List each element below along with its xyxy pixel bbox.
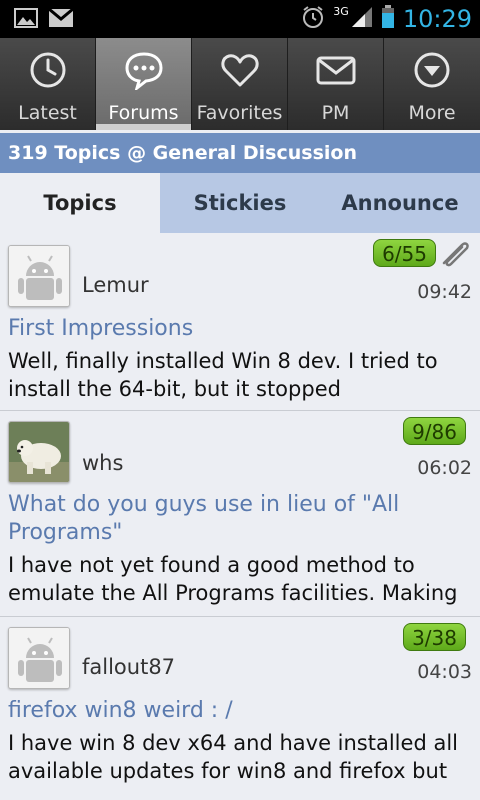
topic-title[interactable]: What do you guys use in lieu of "All Pro…: [8, 491, 472, 547]
avatar[interactable]: [8, 421, 70, 483]
subtab-announce[interactable]: Announce: [320, 173, 480, 233]
status-bar: 3G 10:29: [0, 0, 480, 38]
reply-count-badge: 3/38: [403, 623, 466, 651]
topic-subtabs: Topics Stickies Announce: [0, 173, 480, 233]
topic-snippet: I have win 8 dev x64 and have installed …: [8, 731, 458, 783]
topic-title[interactable]: firefox win8 weird : /: [8, 697, 472, 725]
topic-snippet: I have not yet found a good method to em…: [8, 553, 458, 605]
topic-row[interactable]: whs 9/86 06:02 What do you guys use in l…: [0, 411, 480, 617]
alarm-icon: [301, 5, 325, 33]
topic-title[interactable]: First Impressions: [8, 315, 472, 343]
topic-row[interactable]: Lemur 6/55 09:42 First Impressions Well,…: [0, 233, 480, 411]
tab-forums[interactable]: Forums: [96, 38, 192, 130]
topic-author: Lemur: [82, 273, 149, 297]
reply-count-badge: 9/86: [403, 417, 466, 445]
topic-time: 09:42: [417, 281, 472, 303]
topic-time: 04:03: [417, 661, 472, 683]
android-icon: [9, 246, 69, 306]
main-tab-bar: Latest Forums Favorites PM More: [0, 38, 480, 130]
tab-label: More: [408, 102, 456, 124]
tab-pm[interactable]: PM: [288, 38, 384, 130]
network-type-label: 3G: [333, 4, 349, 18]
battery-icon: [381, 5, 395, 33]
status-time: 10:29: [402, 5, 472, 33]
tab-label: PM: [321, 102, 350, 124]
topic-snippet: Well, finally installed Win 8 dev. I tri…: [8, 349, 438, 401]
tab-more[interactable]: More: [384, 38, 480, 130]
gmail-notification-icon: [48, 7, 74, 32]
tab-favorites[interactable]: Favorites: [192, 38, 288, 130]
subtab-topics[interactable]: Topics: [0, 173, 160, 233]
tab-latest[interactable]: Latest: [0, 38, 96, 130]
signal-icon: [351, 6, 373, 32]
reply-count-badge: 6/55: [373, 239, 436, 267]
polar-bear-photo: [9, 422, 69, 482]
gallery-notification-icon: [14, 8, 38, 32]
topic-row[interactable]: fallout87 3/38 04:03 firefox win8 weird …: [0, 617, 480, 800]
avatar[interactable]: [8, 627, 70, 689]
attachment-icon: [438, 237, 472, 273]
tab-label: Forums: [108, 102, 179, 124]
topic-author: whs: [82, 451, 124, 475]
android-icon: [9, 628, 69, 688]
tab-label: Latest: [18, 102, 77, 124]
topic-time: 06:02: [417, 457, 472, 479]
forum-header: 319 Topics @ General Discussion: [0, 133, 480, 173]
subtab-stickies[interactable]: Stickies: [160, 173, 320, 233]
avatar[interactable]: [8, 245, 70, 307]
tab-label: Favorites: [196, 102, 283, 124]
topic-author: fallout87: [82, 655, 176, 679]
